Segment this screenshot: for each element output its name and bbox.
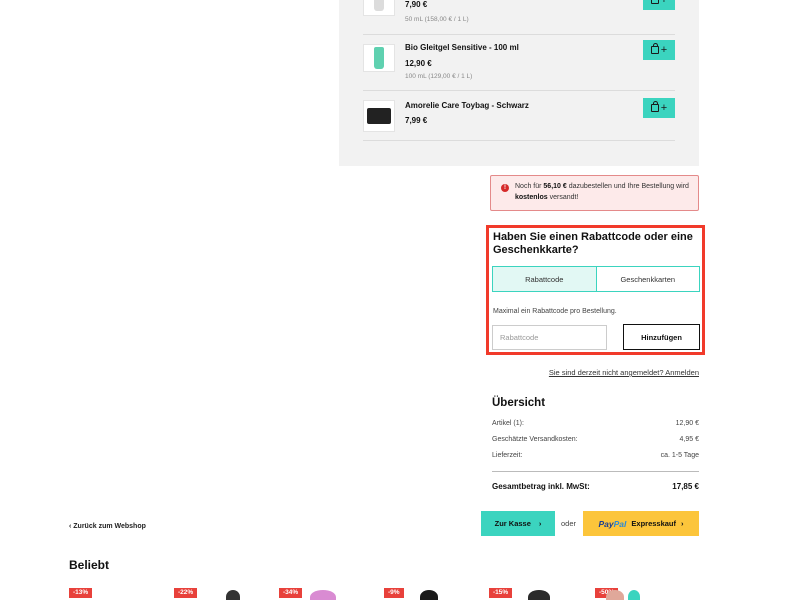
paypal-express-button[interactable]: PayPal Expresskauf ›: [583, 511, 699, 536]
shopping-bag-icon: [650, 43, 659, 54]
upsell-item: Bio Gleitgel Sensitive - 100 ml 12,90 € …: [363, 34, 675, 91]
summary-label: Lieferzeit:: [492, 452, 523, 459]
discount-badge: -15%: [489, 588, 513, 598]
shopping-bag-icon: [650, 101, 659, 112]
or-text: oder: [561, 519, 577, 528]
discount-badge: -13%: [69, 588, 93, 598]
item-price: 7,99 €: [405, 116, 428, 125]
total-row: Gesamtbetrag inkl. MwSt: 17,85 €: [492, 482, 699, 491]
product-image[interactable]: [420, 590, 438, 600]
popular-title: Beliebt: [69, 558, 110, 572]
chevron-right-icon: ›: [538, 519, 542, 528]
checkout-button[interactable]: Zur Kasse ›: [481, 511, 555, 536]
divider: [363, 140, 675, 141]
item-price: 12,90 €: [405, 59, 432, 68]
item-title[interactable]: Amorelie Care Toybag - Schwarz: [405, 101, 529, 110]
free-shipping-notice: ! Noch für 56,10 € dazubestellen und Ihr…: [490, 175, 699, 211]
product-thumbnail[interactable]: [363, 100, 395, 132]
voucher-hint: Maximal ein Rabattcode pro Bestellung.: [493, 308, 617, 315]
login-link[interactable]: Sie sind derzeit nicht angemeldet? Anmel…: [549, 368, 699, 377]
add-to-cart-button[interactable]: +: [643, 0, 675, 10]
summary-label: Geschätzte Versandkosten:: [492, 436, 578, 443]
voucher-title: Haben Sie einen Rabattcode oder eine Ges…: [493, 231, 693, 256]
summary-value: ca. 1-5 Tage: [660, 452, 699, 459]
upsell-item: Amorelie Care Toybag - Schwarz 7,99 € +: [363, 90, 675, 142]
upsell-item: 7,90 € 50 mL (158,00 € / 1 L) +: [363, 0, 675, 35]
checkout-label: Zur Kasse: [494, 519, 531, 528]
item-unit-price: 100 mL (129,00 € / 1 L): [405, 73, 473, 80]
product-image[interactable]: [528, 590, 550, 600]
summary-title: Übersicht: [492, 397, 546, 409]
voucher-tabs: Rabattcode Geschenkkarten: [492, 266, 700, 292]
tab-rabattcode[interactable]: Rabattcode: [493, 267, 597, 291]
discount-badge: -22%: [174, 588, 198, 598]
summary-value: 4,95 €: [679, 436, 699, 443]
item-title[interactable]: Bio Gleitgel Sensitive - 100 ml: [405, 43, 519, 52]
summary-value: 12,90 €: [675, 420, 699, 427]
add-to-cart-button[interactable]: +: [643, 98, 675, 118]
product-thumbnail[interactable]: [363, 0, 395, 16]
summary-row: Lieferzeit: ca. 1-5 Tage: [492, 452, 699, 459]
discount-badge: -9%: [384, 588, 404, 598]
total-value: 17,85 €: [672, 482, 699, 491]
notice-text: Noch für 56,10 € dazubestellen und Ihre …: [515, 183, 689, 201]
product-thumbnail[interactable]: [363, 44, 395, 72]
voucher-code-input[interactable]: Rabattcode: [492, 325, 607, 350]
item-price: 7,90 €: [405, 0, 428, 9]
product-image[interactable]: [606, 590, 624, 600]
upsell-panel: 7,90 € 50 mL (158,00 € / 1 L) + Bio Glei…: [339, 0, 699, 166]
add-to-cart-button[interactable]: +: [643, 40, 675, 60]
product-image[interactable]: [628, 590, 640, 600]
product-image[interactable]: [310, 590, 336, 600]
discount-badge: -34%: [279, 588, 303, 598]
add-voucher-button[interactable]: Hinzufügen: [623, 324, 700, 350]
product-image[interactable]: [226, 590, 240, 600]
summary-label: Artikel (1):: [492, 420, 524, 427]
alert-icon: !: [501, 184, 509, 192]
shopping-bag-icon: [650, 0, 659, 4]
paypal-logo: PayPal: [598, 518, 627, 529]
back-to-shop-link[interactable]: ‹ Zurück zum Webshop: [69, 523, 146, 530]
summary-row: Geschätzte Versandkosten: 4,95 €: [492, 436, 699, 443]
chevron-right-icon: ›: [681, 519, 684, 528]
tab-geschenkkarten[interactable]: Geschenkkarten: [597, 267, 700, 291]
voucher-section: Haben Sie einen Rabattcode oder eine Ges…: [486, 225, 705, 355]
total-label: Gesamtbetrag inkl. MwSt:: [492, 482, 590, 491]
item-unit-price: 50 mL (158,00 € / 1 L): [405, 16, 469, 23]
summary-row: Artikel (1): 12,90 €: [492, 420, 699, 427]
divider: [492, 471, 699, 472]
paypal-label: Expresskauf: [631, 519, 676, 528]
